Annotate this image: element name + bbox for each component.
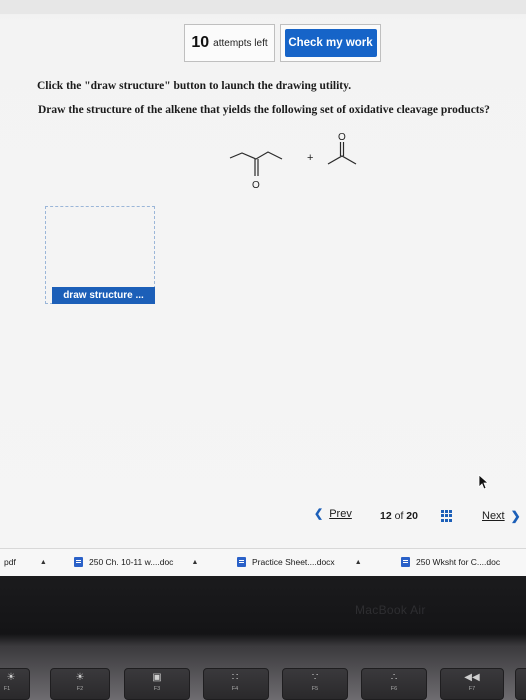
chevron-left-icon: ❮: [314, 508, 324, 520]
download-item-1[interactable]: 250 Ch. 10-11 w....doc ▲: [74, 556, 198, 568]
key-label-f6: F6: [390, 686, 398, 692]
download-item-2[interactable]: Practice Sheet....docx ▲: [237, 556, 362, 568]
key-label-f4: F4: [231, 686, 239, 692]
prev-label: Prev: [329, 507, 352, 520]
download-item-3[interactable]: 250 Wksht for C....doc: [401, 556, 500, 568]
page-total: 20: [406, 510, 418, 522]
plus-sign: +: [307, 152, 313, 164]
download-pdf-label: pdf: [4, 557, 16, 567]
check-my-work-wrapper: Check my work: [280, 24, 381, 62]
next-label: Next: [482, 510, 505, 522]
launchpad-icon: ∷: [231, 672, 239, 683]
check-my-work-button[interactable]: Check my work: [284, 29, 377, 57]
brightness-down-icon: ☀: [6, 672, 16, 683]
attempts-label: attempts left: [213, 37, 268, 49]
key-label-f1: F1: [3, 686, 11, 692]
oxygen-label-left: O: [252, 180, 260, 191]
left-ketone-skeleton: [229, 151, 283, 160]
download-item-name: 250 Wksht for C....doc: [416, 557, 501, 567]
key-label-f7: F7: [468, 686, 476, 692]
page-of: of: [394, 510, 404, 522]
document-icon: [74, 557, 83, 567]
browser-viewport: 10 attempts left Check my work Click the…: [0, 0, 526, 548]
download-item-pdf[interactable]: pdf ▲: [4, 556, 47, 568]
brightness-up-icon: ☀: [75, 672, 85, 683]
top-strip: [0, 0, 526, 14]
caret-up-icon[interactable]: ▲: [40, 559, 47, 566]
rewind-icon: ◀◀: [464, 672, 480, 683]
mission-control-icon: ▣: [152, 672, 162, 683]
keyboard-light-down-icon: ∵: [311, 672, 319, 683]
attempts-counter: 10 attempts left: [184, 24, 275, 62]
attempts-count: 10: [191, 34, 210, 51]
caret-up-icon[interactable]: ▲: [355, 559, 362, 566]
document-icon: [401, 557, 410, 567]
draw-structure-button[interactable]: draw structure ...: [52, 287, 155, 304]
instruction-launch: Click the "draw structure" button to lau…: [37, 80, 352, 92]
cleavage-products-structure: O + O: [229, 132, 357, 191]
caret-up-icon[interactable]: ▲: [191, 559, 198, 566]
download-item-name: Practice Sheet....docx: [252, 557, 335, 567]
right-ketone-skeleton: [327, 155, 357, 165]
key-f8: [515, 668, 526, 700]
page-indicator: 12 of 20: [380, 510, 418, 522]
document-icon: [237, 557, 246, 567]
prev-link[interactable]: ❮ Prev: [314, 507, 352, 521]
key-label-f5: F5: [311, 686, 319, 692]
page-current: 12: [380, 510, 392, 522]
key-label-f2: F2: [76, 686, 84, 692]
mouse-cursor-icon: [478, 474, 490, 490]
laptop-brand: MacBook Air: [355, 603, 426, 617]
question-text: Draw the structure of the alkene that yi…: [38, 104, 490, 116]
key-label-f3: F3: [153, 686, 161, 692]
download-item-name: 250 Ch. 10-11 w....doc: [89, 557, 174, 567]
oxygen-label-right: O: [338, 132, 346, 143]
next-link[interactable]: Next ❯: [482, 509, 521, 523]
keyboard-light-up-icon: ∴: [390, 672, 398, 683]
grid-icon[interactable]: [441, 510, 453, 522]
chevron-right-icon: ❯: [510, 509, 521, 523]
